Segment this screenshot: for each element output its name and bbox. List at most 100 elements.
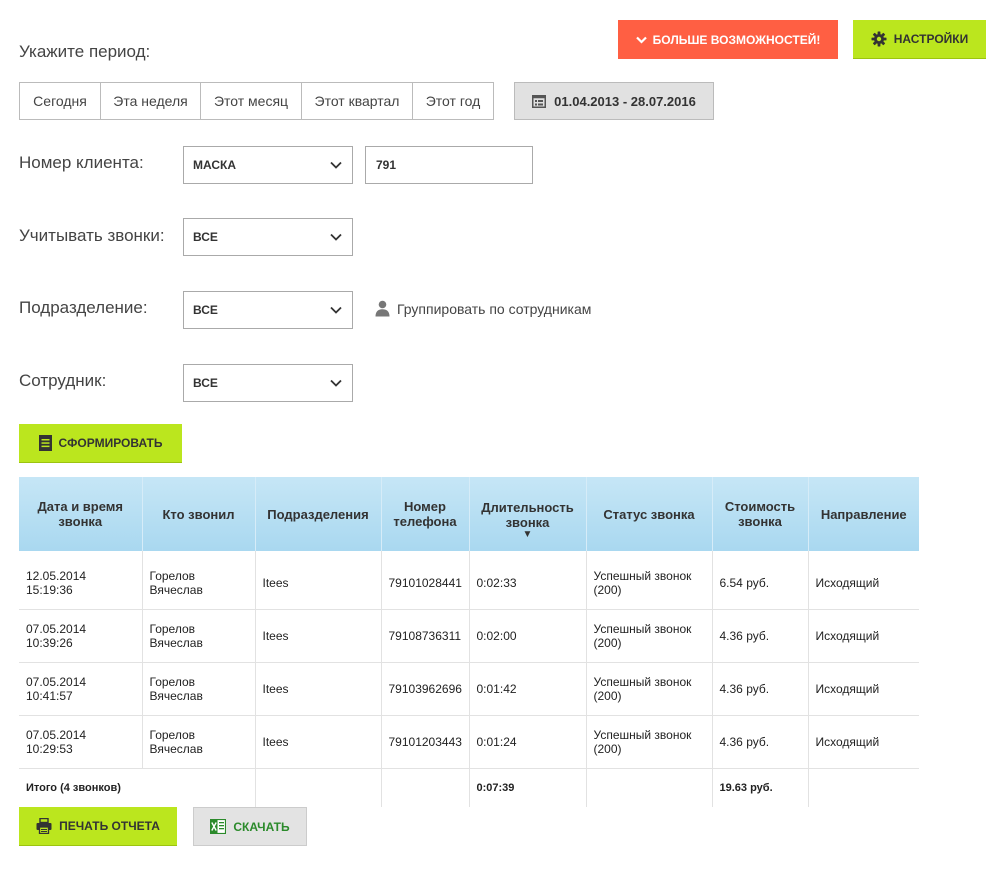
- cell-status: Успешный звонок (200): [586, 715, 713, 769]
- calendar-icon: [532, 94, 547, 108]
- settings-label: НАСТРОЙКИ: [893, 32, 969, 46]
- cell-phone: 79101028441: [381, 551, 470, 610]
- cell-department: Itees: [255, 551, 382, 610]
- cell-datetime: 07.05.2014 10:29:53: [19, 715, 143, 769]
- column-header-phone[interactable]: Номер телефона: [380, 477, 469, 551]
- period-quarter-button[interactable]: Этот квартал: [302, 83, 413, 119]
- cell-department: Itees: [255, 662, 382, 716]
- department-select-value: ВСЕ: [193, 303, 218, 317]
- chevron-down-icon: [635, 36, 647, 44]
- cell-cost: 4.36 руб.: [712, 609, 809, 663]
- total-empty-cell: [255, 768, 382, 807]
- cell-cost: 4.36 руб.: [712, 662, 809, 716]
- column-header-status[interactable]: Статус звонка: [585, 477, 712, 551]
- column-header-cost[interactable]: Стоимость звонка: [711, 477, 808, 551]
- period-today-button[interactable]: Сегодня: [20, 83, 101, 119]
- print-report-label: ПЕЧАТЬ ОТЧЕТА: [59, 819, 160, 833]
- download-label: СКАЧАТЬ: [233, 819, 290, 834]
- table-row: 07.05.2014 10:41:57 Горелов Вячеслав Ite…: [19, 662, 919, 716]
- gear-icon: [871, 31, 887, 47]
- cell-caller: Горелов Вячеслав: [142, 551, 256, 610]
- employee-select-value: ВСЕ: [193, 376, 218, 390]
- download-button[interactable]: СКАЧАТЬ: [193, 807, 307, 846]
- calls-select[interactable]: ВСЕ: [183, 218, 353, 256]
- period-selector: Сегодня Эта неделя Этот месяц Этот кварт…: [19, 82, 494, 120]
- cell-department: Itees: [255, 609, 382, 663]
- cell-caller: Горелов Вячеслав: [142, 662, 256, 716]
- document-icon: [38, 435, 52, 451]
- total-empty-cell: [381, 768, 470, 807]
- column-header-department[interactable]: Подразделения: [254, 477, 381, 551]
- column-header-duration-label: Длительность звонка: [481, 500, 574, 530]
- cell-status: Успешный звонок (200): [586, 662, 713, 716]
- cell-duration: 0:01:24: [469, 715, 587, 769]
- period-month-button[interactable]: Этот месяц: [201, 83, 302, 119]
- cell-phone: 79108736311: [381, 609, 470, 663]
- total-empty-cell: [808, 769, 919, 808]
- table-row: 07.05.2014 10:39:26 Горелов Вячеслав Ite…: [19, 609, 919, 663]
- cell-status: Успешный звонок (200): [586, 609, 713, 663]
- more-features-button[interactable]: БОЛЬШЕ ВОЗМОЖНОСТЕЙ!: [618, 20, 838, 59]
- cell-cost: 4.36 руб.: [712, 715, 809, 769]
- chevron-down-icon: [330, 306, 342, 314]
- sort-desc-icon: ▼: [522, 529, 533, 540]
- period-year-button[interactable]: Этот год: [413, 83, 493, 119]
- total-cost: 19.63 руб.: [712, 768, 809, 807]
- more-features-label: БОЛЬШЕ ВОЗМОЖНОСТЕЙ!: [652, 32, 821, 47]
- printer-icon: [36, 818, 52, 834]
- total-empty-cell: [586, 768, 713, 807]
- cell-duration: 0:02:00: [469, 609, 587, 663]
- cell-status: Успешный звонок (200): [586, 551, 713, 610]
- cell-datetime: 07.05.2014 10:41:57: [19, 662, 143, 716]
- generate-report-button[interactable]: СФОРМИРОВАТЬ: [19, 424, 182, 463]
- table-row: 12.05.2014 15:19:36 Горелов Вячеслав Ite…: [19, 551, 919, 610]
- date-range-picker[interactable]: 01.04.2013 - 28.07.2016: [514, 82, 714, 120]
- client-number-label: Номер клиента:: [19, 153, 144, 172]
- calls-select-value: ВСЕ: [193, 230, 218, 244]
- settings-button[interactable]: НАСТРОЙКИ: [853, 20, 986, 59]
- cell-department: Itees: [255, 715, 382, 769]
- column-header-datetime[interactable]: Дата и время звонка: [19, 477, 142, 551]
- cell-caller: Горелов Вячеслав: [142, 715, 256, 769]
- client-number-mode-select[interactable]: МАСКА: [183, 146, 353, 184]
- total-duration: 0:07:39: [469, 768, 587, 807]
- total-label: Итого (4 звонков): [19, 768, 256, 807]
- calls-label: Учитывать звонки:: [19, 226, 165, 245]
- table-total-row: Итого (4 звонков) 0:07:39 19.63 руб.: [19, 768, 919, 808]
- cell-phone: 79101203443: [381, 715, 470, 769]
- table-row: 07.05.2014 10:29:53 Горелов Вячеслав Ite…: [19, 715, 919, 769]
- cell-direction: Исходящий: [808, 715, 919, 769]
- cell-duration: 0:01:42: [469, 662, 587, 716]
- chevron-down-icon: [330, 233, 342, 241]
- excel-icon: [210, 819, 227, 834]
- group-by-employees-label: Группировать по сотрудникам: [397, 300, 592, 317]
- department-label: Подразделение:: [19, 298, 148, 317]
- cell-phone: 79103962696: [381, 662, 470, 716]
- employee-select[interactable]: ВСЕ: [183, 364, 353, 402]
- cell-duration: 0:02:33: [469, 551, 587, 610]
- client-number-mode-value: МАСКА: [193, 158, 237, 172]
- chevron-down-icon: [330, 161, 342, 169]
- chevron-down-icon: [330, 379, 342, 387]
- date-range-value: 01.04.2013 - 28.07.2016: [554, 93, 696, 109]
- cell-caller: Горелов Вячеслав: [142, 609, 256, 663]
- cell-direction: Исходящий: [808, 609, 919, 663]
- report-table: Дата и время звонка Кто звонил Подраздел…: [19, 477, 919, 807]
- generate-report-label: СФОРМИРОВАТЬ: [58, 436, 163, 450]
- client-number-input[interactable]: [365, 146, 533, 184]
- cell-direction: Исходящий: [808, 662, 919, 716]
- period-label: Укажите период:: [19, 42, 151, 61]
- period-week-button[interactable]: Эта неделя: [101, 83, 201, 119]
- cell-datetime: 12.05.2014 15:19:36: [19, 551, 143, 610]
- column-header-duration[interactable]: Длительность звонка ▼: [468, 477, 586, 551]
- cell-direction: Исходящий: [808, 551, 919, 610]
- table-header-row: Дата и время звонка Кто звонил Подраздел…: [19, 477, 919, 551]
- group-by-employees-toggle[interactable]: Группировать по сотрудникам: [375, 300, 591, 317]
- user-icon: [375, 300, 390, 317]
- cell-cost: 6.54 руб.: [712, 551, 809, 610]
- department-select[interactable]: ВСЕ: [183, 291, 353, 329]
- cell-datetime: 07.05.2014 10:39:26: [19, 609, 143, 663]
- column-header-caller[interactable]: Кто звонил: [141, 477, 255, 551]
- column-header-direction[interactable]: Направление: [807, 477, 919, 551]
- print-report-button[interactable]: ПЕЧАТЬ ОТЧЕТА: [19, 807, 177, 846]
